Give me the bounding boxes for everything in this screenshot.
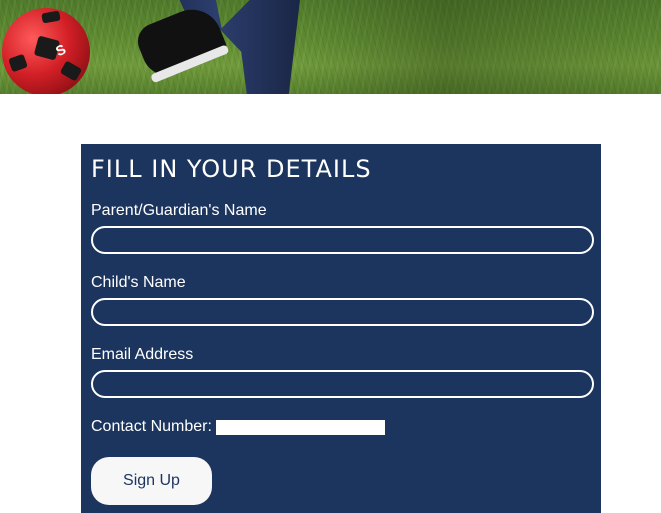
parent-name-label: Parent/Guardian's Name <box>91 202 267 219</box>
form-title: FILL IN YOUR DETAILS <box>91 155 372 183</box>
football-icon: S <box>2 8 90 94</box>
contact-number-row: Contact Number: <box>91 418 385 436</box>
email-input[interactable] <box>91 370 594 398</box>
signup-form: FILL IN YOUR DETAILS Parent/Guardian's N… <box>81 144 601 513</box>
hero-banner-image: S <box>0 0 661 94</box>
parent-name-input[interactable] <box>91 226 594 254</box>
contact-number-label: Contact Number: <box>91 418 212 435</box>
child-name-input[interactable] <box>91 298 594 326</box>
child-name-label: Child's Name <box>91 274 186 291</box>
shadow-area <box>300 0 661 94</box>
contact-number-input[interactable] <box>215 419 385 435</box>
email-label: Email Address <box>91 346 194 363</box>
sign-up-button[interactable]: Sign Up <box>91 457 212 505</box>
